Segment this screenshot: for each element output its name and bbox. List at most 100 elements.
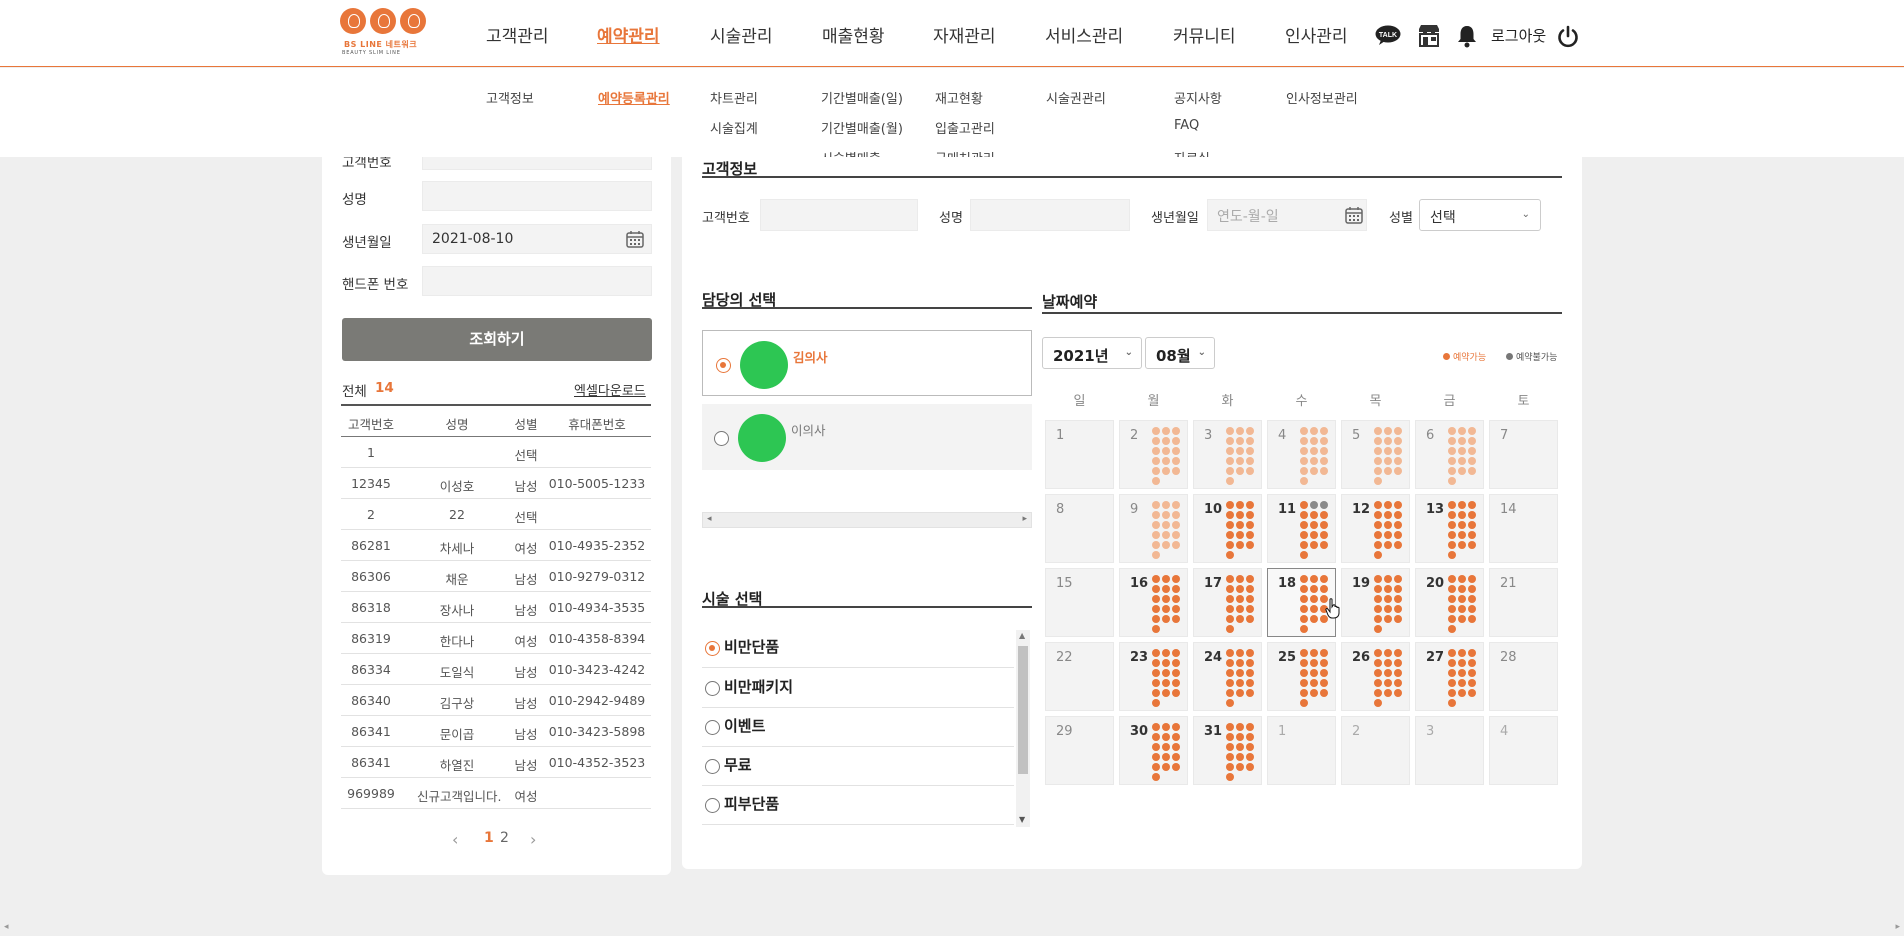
calendar-day-30[interactable]: 30 bbox=[1119, 716, 1188, 785]
treatment-scrollbar[interactable]: ▲ ▼ bbox=[1016, 630, 1030, 827]
scroll-left-icon[interactable]: ◂ bbox=[707, 514, 712, 524]
submenu-procedure-total[interactable]: 시술집계 bbox=[710, 118, 758, 137]
submenu-ticket[interactable]: 시술권관리 bbox=[1046, 88, 1106, 107]
pagination-prev[interactable]: ‹ bbox=[452, 830, 458, 849]
submenu-sales-monthly[interactable]: 기간별매출(월) bbox=[821, 118, 903, 137]
calendar-day-28[interactable]: 28 bbox=[1489, 642, 1558, 711]
calendar-day-24[interactable]: 24 bbox=[1193, 642, 1262, 711]
page-scroll-right-icon[interactable]: ▸ bbox=[1895, 922, 1900, 932]
brand-logo[interactable]: BS LINE 네트워크 BEAUTY SLIM LINE bbox=[338, 8, 430, 60]
menu-community[interactable]: 커뮤니티 bbox=[1173, 22, 1236, 47]
submenu-notice[interactable]: 공지사항 bbox=[1174, 88, 1222, 107]
scroll-up-icon[interactable]: ▲ bbox=[1019, 631, 1025, 640]
year-select[interactable]: 2021년 ⌄ bbox=[1042, 337, 1142, 369]
calendar-day-5[interactable]: 5 bbox=[1341, 420, 1410, 489]
submenu-vendors[interactable]: 구매처관리 bbox=[935, 148, 995, 157]
calendar-day-26[interactable]: 26 bbox=[1341, 642, 1410, 711]
calendar-day-22[interactable]: 22 bbox=[1045, 642, 1114, 711]
calendar-day-next-month[interactable]: 1 bbox=[1267, 716, 1336, 785]
calendar-day-17[interactable]: 17 bbox=[1193, 568, 1262, 637]
treatment-radio-3[interactable] bbox=[705, 720, 720, 735]
menu-hr[interactable]: 인사관리 bbox=[1285, 22, 1348, 47]
calendar-day-1[interactable]: 1 bbox=[1045, 420, 1114, 489]
treatment-radio-4[interactable] bbox=[705, 759, 720, 774]
calendar-day-23[interactable]: 23 bbox=[1119, 642, 1188, 711]
calendar-day-next-month[interactable]: 4 bbox=[1489, 716, 1558, 785]
power-icon[interactable] bbox=[1556, 25, 1580, 49]
submenu-archive[interactable]: 자료실 bbox=[1174, 148, 1210, 157]
logout-link[interactable]: 로그아웃 bbox=[1491, 25, 1546, 46]
calendar-day-10[interactable]: 10 bbox=[1193, 494, 1262, 563]
cust-number-input[interactable] bbox=[760, 199, 918, 231]
treatment-option-2[interactable]: 비만패키지 bbox=[702, 670, 1014, 708]
name-input[interactable] bbox=[422, 181, 652, 211]
submenu-stock[interactable]: 재고현황 bbox=[935, 88, 983, 107]
calendar-day-7[interactable]: 7 bbox=[1489, 420, 1558, 489]
calendar-day-6[interactable]: 6 bbox=[1415, 420, 1484, 489]
search-button[interactable]: 조회하기 bbox=[342, 318, 652, 361]
cust-birth-input[interactable]: 연도-월-일 bbox=[1207, 199, 1367, 231]
submenu-inout[interactable]: 입출고관리 bbox=[935, 118, 995, 137]
menu-sales[interactable]: 매출현황 bbox=[822, 22, 885, 47]
calendar-day-21[interactable]: 21 bbox=[1489, 568, 1558, 637]
page-scroll-left-icon[interactable]: ◂ bbox=[4, 922, 9, 932]
calendar-day-13[interactable]: 13 bbox=[1415, 494, 1484, 563]
treatment-option-4[interactable]: 무료 bbox=[702, 748, 1014, 786]
treatment-radio-5[interactable] bbox=[705, 798, 720, 813]
calendar-day-9[interactable]: 9 bbox=[1119, 494, 1188, 563]
page-horizontal-scrollbar[interactable]: ◂ ▸ bbox=[0, 920, 1904, 936]
page-2[interactable]: 2 bbox=[500, 830, 509, 846]
calendar-day-16[interactable]: 16 bbox=[1119, 568, 1188, 637]
menu-materials[interactable]: 자재관리 bbox=[933, 22, 996, 47]
treatment-radio-2[interactable] bbox=[705, 681, 720, 696]
submenu-hr-info[interactable]: 인사정보관리 bbox=[1286, 88, 1358, 107]
staff-radio-2[interactable] bbox=[714, 431, 729, 446]
calendar-day-25[interactable]: 25 bbox=[1267, 642, 1336, 711]
calendar-day-15[interactable]: 15 bbox=[1045, 568, 1114, 637]
calendar-day-20[interactable]: 20 bbox=[1415, 568, 1484, 637]
birth-input[interactable]: 2021-08-10 bbox=[422, 224, 652, 254]
talk-icon[interactable]: TALK bbox=[1375, 25, 1401, 45]
menu-reservation[interactable]: 예약관리 bbox=[597, 22, 660, 47]
cust-name-input[interactable] bbox=[970, 199, 1130, 231]
calendar-day-next-month[interactable]: 2 bbox=[1341, 716, 1410, 785]
calendar-day-27[interactable]: 27 bbox=[1415, 642, 1484, 711]
calendar-day-29[interactable]: 29 bbox=[1045, 716, 1114, 785]
calendar-day-11[interactable]: 11 bbox=[1267, 494, 1336, 563]
calendar-day-14[interactable]: 14 bbox=[1489, 494, 1558, 563]
submenu-customer-info[interactable]: 고객정보 bbox=[486, 88, 534, 107]
calendar-day-4[interactable]: 4 bbox=[1267, 420, 1336, 489]
pagination-next[interactable]: › bbox=[530, 830, 536, 849]
submenu-reservation-register[interactable]: 예약등록관리 bbox=[598, 88, 670, 107]
scroll-right-icon[interactable]: ▸ bbox=[1022, 514, 1027, 524]
submenu-sales-daily[interactable]: 기간별매출(일) bbox=[821, 88, 903, 107]
month-select[interactable]: 08월 ⌄ bbox=[1145, 337, 1215, 369]
calendar-day-2[interactable]: 2 bbox=[1119, 420, 1188, 489]
calendar-day-8[interactable]: 8 bbox=[1045, 494, 1114, 563]
cust-calendar-icon[interactable] bbox=[1345, 206, 1363, 224]
gender-select[interactable]: 선택 ⌄ bbox=[1419, 199, 1541, 231]
store-icon[interactable] bbox=[1417, 24, 1441, 48]
staff-horizontal-scrollbar[interactable]: ◂ ▸ bbox=[702, 512, 1032, 528]
scroll-thumb[interactable] bbox=[1018, 646, 1028, 774]
treatment-option-5[interactable]: 피부단품 bbox=[702, 787, 1014, 825]
calendar-day-3[interactable]: 3 bbox=[1193, 420, 1262, 489]
calendar-day-next-month[interactable]: 3 bbox=[1415, 716, 1484, 785]
scroll-down-icon[interactable]: ▼ bbox=[1019, 815, 1025, 824]
staff-option-2[interactable]: 이의사 bbox=[702, 404, 1032, 470]
treatment-radio-1[interactable] bbox=[705, 641, 720, 656]
treatment-option-3[interactable]: 이벤트 bbox=[702, 709, 1014, 747]
submenu-chart[interactable]: 차트관리 bbox=[710, 88, 758, 107]
bell-icon[interactable] bbox=[1457, 24, 1477, 48]
menu-customer[interactable]: 고객관리 bbox=[486, 22, 549, 47]
staff-radio-1[interactable] bbox=[716, 358, 731, 373]
calendar-icon[interactable] bbox=[626, 230, 644, 248]
menu-procedure[interactable]: 시술관리 bbox=[710, 22, 773, 47]
page-1[interactable]: 1 bbox=[484, 830, 494, 846]
submenu-faq[interactable]: FAQ bbox=[1174, 118, 1199, 133]
calendar-day-31[interactable]: 31 bbox=[1193, 716, 1262, 785]
calendar-day-12[interactable]: 12 bbox=[1341, 494, 1410, 563]
menu-service[interactable]: 서비스관리 bbox=[1045, 22, 1123, 47]
calendar-day-19[interactable]: 19 bbox=[1341, 568, 1410, 637]
treatment-option-1[interactable]: 비만단품 bbox=[702, 630, 1014, 668]
